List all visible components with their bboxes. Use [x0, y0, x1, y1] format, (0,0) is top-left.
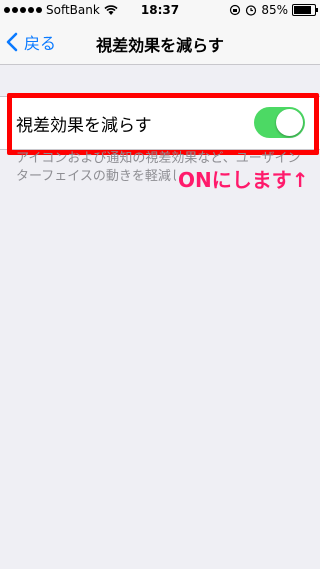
- toggle-knob: [276, 109, 303, 136]
- reduce-motion-label: 視差効果を減らす: [16, 116, 152, 136]
- reduce-motion-cell: 視差効果を減らす: [0, 96, 320, 150]
- battery-icon: [292, 4, 318, 16]
- rotation-lock-icon: [230, 4, 241, 16]
- battery-percentage: 85%: [261, 3, 288, 17]
- reduce-motion-toggle[interactable]: [254, 107, 305, 138]
- battery-level: [294, 6, 311, 14]
- alarm-clock-icon: [246, 5, 257, 16]
- status-right: 85%: [229, 3, 318, 17]
- page-title: 視差効果を減らす: [96, 36, 224, 55]
- navigation-bar: 戻る 視差効果を減らす: [0, 20, 320, 65]
- status-bar: SoftBank 18:37 85%: [0, 0, 320, 20]
- annotation-text: ONにします↑: [176, 164, 311, 193]
